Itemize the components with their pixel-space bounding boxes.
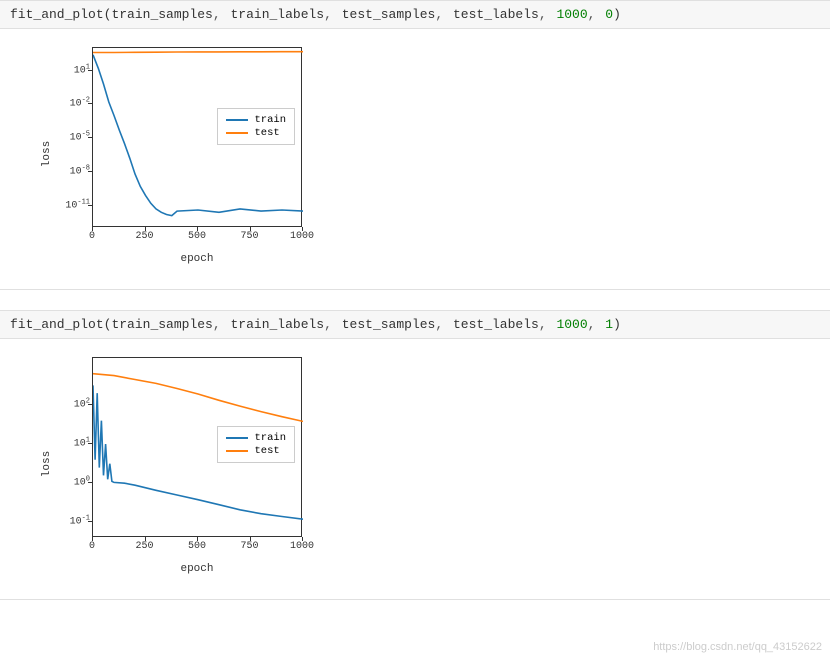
code-fn: fit_and_plot: [10, 7, 104, 22]
tick-x: 1000: [290, 231, 314, 242]
ylabel: loss: [41, 451, 53, 477]
notebook-cell-1: fit_and_plot(train_samples, train_labels…: [0, 310, 830, 600]
xlabel: epoch: [92, 563, 302, 575]
plot-area-0: train test: [92, 47, 302, 227]
tick-y: 10-11: [65, 198, 90, 211]
legend-0: train test: [217, 108, 295, 145]
tick-y: 10-1: [70, 515, 90, 528]
tick-y: 10-2: [70, 97, 90, 110]
legend-test: test: [226, 127, 286, 139]
code-fn: fit_and_plot: [10, 317, 104, 332]
legend-1: train test: [217, 426, 295, 463]
tick-x: 0: [89, 231, 95, 242]
code-input-0[interactable]: fit_and_plot(train_samples, train_labels…: [0, 1, 830, 29]
tick-y: 10-5: [70, 130, 90, 143]
tick-x: 750: [240, 541, 258, 552]
tick-x: 1000: [290, 541, 314, 552]
legend-train: train: [226, 114, 286, 126]
tick-x: 250: [135, 231, 153, 242]
ylabel: loss: [41, 141, 53, 167]
legend-train: train: [226, 432, 286, 444]
output-0: loss epoch train test 025050075010001011…: [0, 29, 830, 289]
output-1: loss epoch train test 025050075010001021…: [0, 339, 830, 599]
legend-swatch-test: [226, 450, 248, 452]
chart-1: loss epoch train test 025050075010001021…: [30, 349, 330, 579]
notebook-cell-0: fit_and_plot(train_samples, train_labels…: [0, 0, 830, 290]
tick-x: 500: [188, 541, 206, 552]
legend-swatch-test: [226, 132, 248, 134]
legend-swatch-train: [226, 119, 248, 121]
legend-test: test: [226, 445, 286, 457]
tick-x: 250: [135, 541, 153, 552]
watermark: https://blog.csdn.net/qq_43152622: [653, 641, 822, 653]
xlabel: epoch: [92, 253, 302, 265]
plot-area-1: train test: [92, 357, 302, 537]
tick-x: 0: [89, 541, 95, 552]
chart-0: loss epoch train test 025050075010001011…: [30, 39, 330, 269]
code-input-1[interactable]: fit_and_plot(train_samples, train_labels…: [0, 311, 830, 339]
legend-swatch-train: [226, 437, 248, 439]
tick-x: 500: [188, 231, 206, 242]
tick-x: 750: [240, 231, 258, 242]
tick-y: 10-8: [70, 164, 90, 177]
